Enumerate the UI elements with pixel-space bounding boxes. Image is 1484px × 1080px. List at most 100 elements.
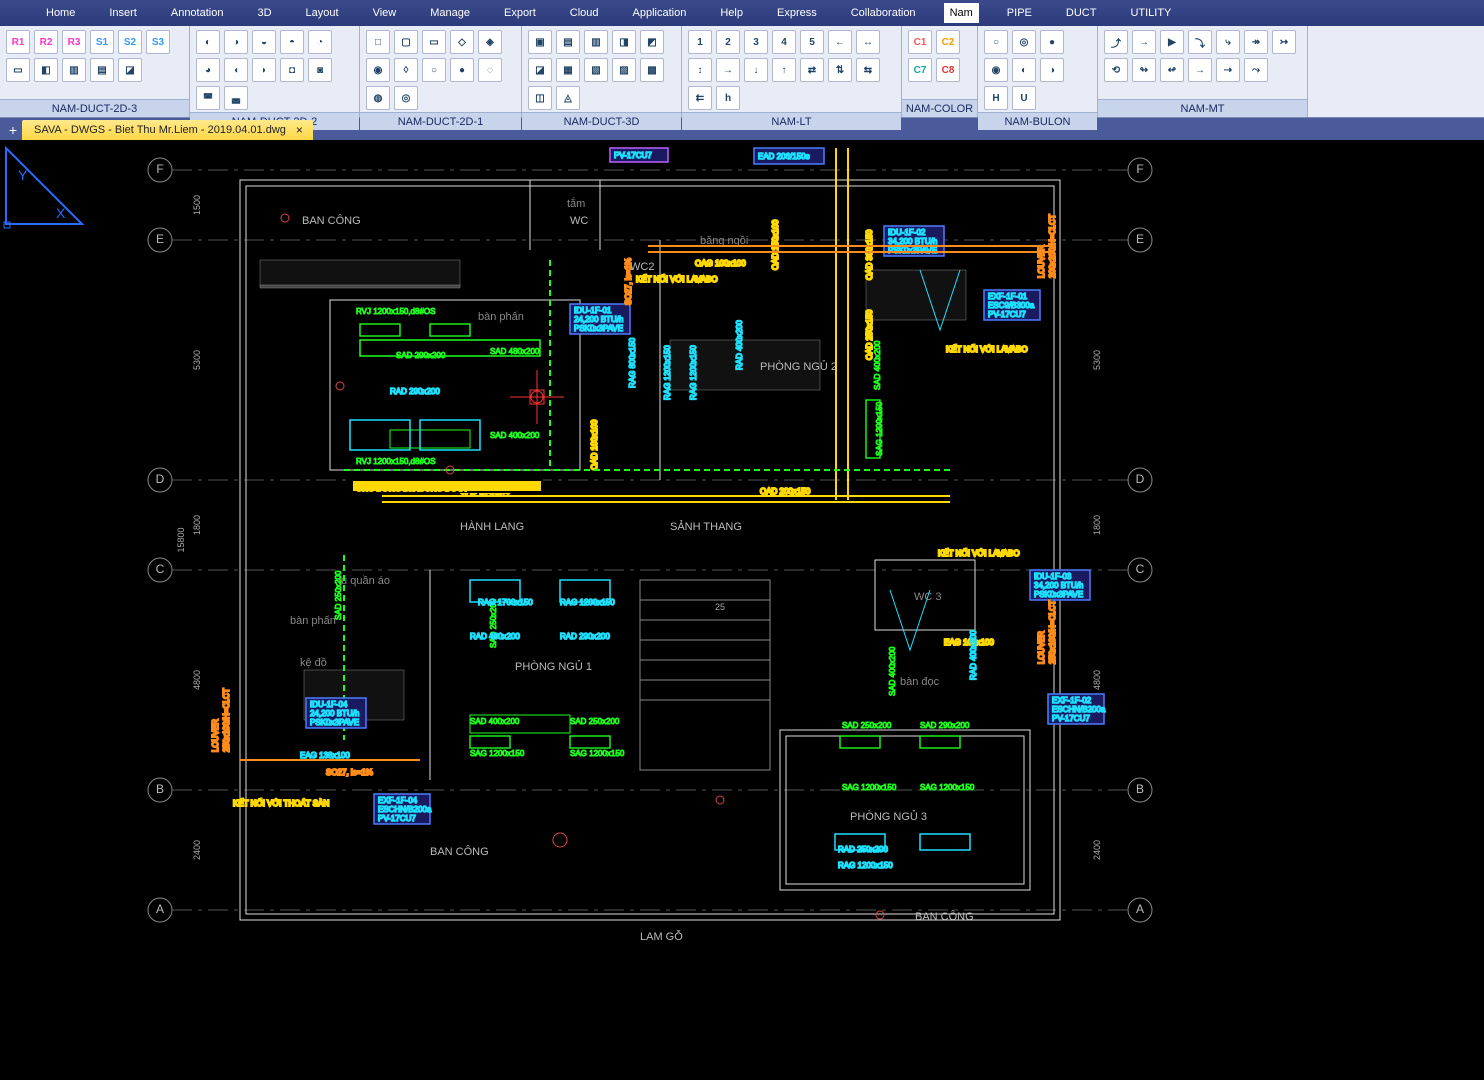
close-tab-icon[interactable]: × (296, 120, 303, 140)
ribbon-button[interactable]: S1 (90, 30, 114, 54)
ribbon-button[interactable]: ← (828, 30, 852, 54)
ribbon-button[interactable]: ▩ (640, 58, 664, 82)
ribbon-button[interactable]: ◪ (118, 58, 142, 82)
ribbon-button[interactable]: ◐ (1012, 58, 1036, 82)
ribbon-button[interactable]: ◌ (478, 58, 502, 82)
ribbon-button[interactable]: ↔ (856, 30, 880, 54)
ribbon-button[interactable]: ● (450, 58, 474, 82)
ribbon-button[interactable]: ◍ (366, 86, 390, 110)
ribbon-button[interactable]: ◎ (394, 86, 418, 110)
ribbon-button[interactable]: ▨ (612, 58, 636, 82)
menu-application[interactable]: Application (627, 3, 693, 23)
ribbon-button[interactable]: ◓ (280, 30, 304, 54)
ribbon-button[interactable]: ◛ (224, 86, 248, 110)
ribbon-button[interactable]: H (984, 86, 1008, 110)
menu-help[interactable]: Help (714, 3, 749, 23)
ribbon-button[interactable]: ◬ (556, 86, 580, 110)
ribbon-button[interactable]: ▧ (584, 58, 608, 82)
menu-layout[interactable]: Layout (300, 3, 345, 23)
ribbon-button[interactable]: ▥ (62, 58, 86, 82)
ribbon-button[interactable]: ○ (422, 58, 446, 82)
ribbon-button[interactable]: 4 (772, 30, 796, 54)
ribbon-button[interactable]: U (1012, 86, 1036, 110)
menu-utility[interactable]: UTILITY (1124, 3, 1177, 23)
ribbon-button[interactable]: ◕ (196, 58, 220, 82)
ribbon-button[interactable]: ● (1040, 30, 1064, 54)
menu-express[interactable]: Express (771, 3, 823, 23)
ribbon-button[interactable]: ⟲ (1104, 58, 1128, 82)
ribbon-button[interactable]: ⇇ (688, 86, 712, 110)
ribbon-button[interactable]: ▤ (556, 30, 580, 54)
menu-3d[interactable]: 3D (251, 3, 277, 23)
ribbon-button[interactable]: ◗ (252, 58, 276, 82)
ribbon-button[interactable]: ◘ (280, 58, 304, 82)
ribbon-button[interactable]: ⇅ (828, 58, 852, 82)
ribbon-button[interactable]: ▭ (6, 58, 30, 82)
drawing-canvas[interactable]: F E D C B A F E D C B A 15800 1500 5300 … (0, 140, 1484, 1080)
ribbon-button[interactable]: → (716, 58, 740, 82)
ribbon-button[interactable]: ↑ (772, 58, 796, 82)
menu-cloud[interactable]: Cloud (564, 3, 605, 23)
ribbon-button[interactable]: R3 (62, 30, 86, 54)
ribbon-button[interactable]: C7 (908, 58, 932, 82)
ribbon-button[interactable]: ◉ (366, 58, 390, 82)
menu-insert[interactable]: Insert (103, 3, 143, 23)
ribbon-button[interactable]: ◑ (1040, 58, 1064, 82)
ribbon-button[interactable]: C2 (936, 30, 960, 54)
ribbon-button[interactable]: 1 (688, 30, 712, 54)
menu-manage[interactable]: Manage (424, 3, 476, 23)
ribbon-button[interactable]: 3 (744, 30, 768, 54)
menu-view[interactable]: View (367, 3, 403, 23)
ribbon-button[interactable]: ◊ (394, 58, 418, 82)
ribbon-button[interactable]: 5 (800, 30, 824, 54)
ribbon-button[interactable]: S2 (118, 30, 142, 54)
ribbon-button[interactable]: ↬ (1132, 58, 1156, 82)
ribbon-button[interactable]: ↣ (1272, 30, 1296, 54)
ribbon-button[interactable]: ◨ (612, 30, 636, 54)
ribbon-button[interactable]: ◔ (308, 30, 332, 54)
ribbon-button[interactable]: ◙ (308, 58, 332, 82)
ribbon-button[interactable]: ◩ (640, 30, 664, 54)
menu-pipe[interactable]: PIPE (1001, 3, 1038, 23)
ribbon-button[interactable]: ↕ (688, 58, 712, 82)
ribbon-button[interactable]: ◫ (528, 86, 552, 110)
menu-collaboration[interactable]: Collaboration (845, 3, 922, 23)
ribbon-button[interactable]: R2 (34, 30, 58, 54)
ribbon-button[interactable]: ◒ (252, 30, 276, 54)
ribbon-button[interactable]: ↫ (1160, 58, 1184, 82)
ribbon-button[interactable]: → (1132, 30, 1156, 54)
ribbon-button[interactable]: h (716, 86, 740, 110)
ribbon-button[interactable]: ⇆ (856, 58, 880, 82)
ribbon-button[interactable]: ▶ (1160, 30, 1184, 54)
ribbon-button[interactable]: ◉ (984, 58, 1008, 82)
ribbon-button[interactable]: ⤷ (1216, 30, 1240, 54)
ribbon-button[interactable]: ↠ (1244, 30, 1268, 54)
ribbon-button[interactable]: ▦ (556, 58, 580, 82)
menu-annotation[interactable]: Annotation (165, 3, 230, 23)
ribbon-button[interactable]: ◚ (196, 86, 220, 110)
ribbon-button[interactable]: ▭ (422, 30, 446, 54)
ribbon-button[interactable]: ▤ (90, 58, 114, 82)
ribbon-button[interactable]: ◧ (34, 58, 58, 82)
ribbon-button[interactable]: ◪ (528, 58, 552, 82)
ribbon-button[interactable]: 2 (716, 30, 740, 54)
ribbon-button[interactable]: C1 (908, 30, 932, 54)
ribbon-button[interactable]: S3 (146, 30, 170, 54)
ribbon-button[interactable]: ◇ (450, 30, 474, 54)
ribbon-button[interactable]: ◐ (196, 30, 220, 54)
document-tab[interactable]: SAVA - DWGS - Biet Thu Mr.Liem - 2019.04… (22, 120, 313, 140)
ribbon-button[interactable]: ○ (984, 30, 1008, 54)
menu-export[interactable]: Export (498, 3, 542, 23)
new-tab-button[interactable]: + (4, 120, 22, 140)
ribbon-button[interactable]: ◖ (224, 58, 248, 82)
menu-home[interactable]: Home (40, 3, 81, 23)
ribbon-button[interactable]: ⇢ (1216, 58, 1240, 82)
ribbon-button[interactable]: ⤳ (1244, 58, 1268, 82)
ribbon-button[interactable]: ↓ (744, 58, 768, 82)
ribbon-button[interactable]: ◈ (478, 30, 502, 54)
ribbon-button[interactable]: ▣ (528, 30, 552, 54)
ribbon-button[interactable]: ◑ (224, 30, 248, 54)
ribbon-button[interactable]: ⤵ (1188, 30, 1212, 54)
ribbon-button[interactable]: ⤴ (1104, 30, 1128, 54)
ribbon-button[interactable]: R1 (6, 30, 30, 54)
